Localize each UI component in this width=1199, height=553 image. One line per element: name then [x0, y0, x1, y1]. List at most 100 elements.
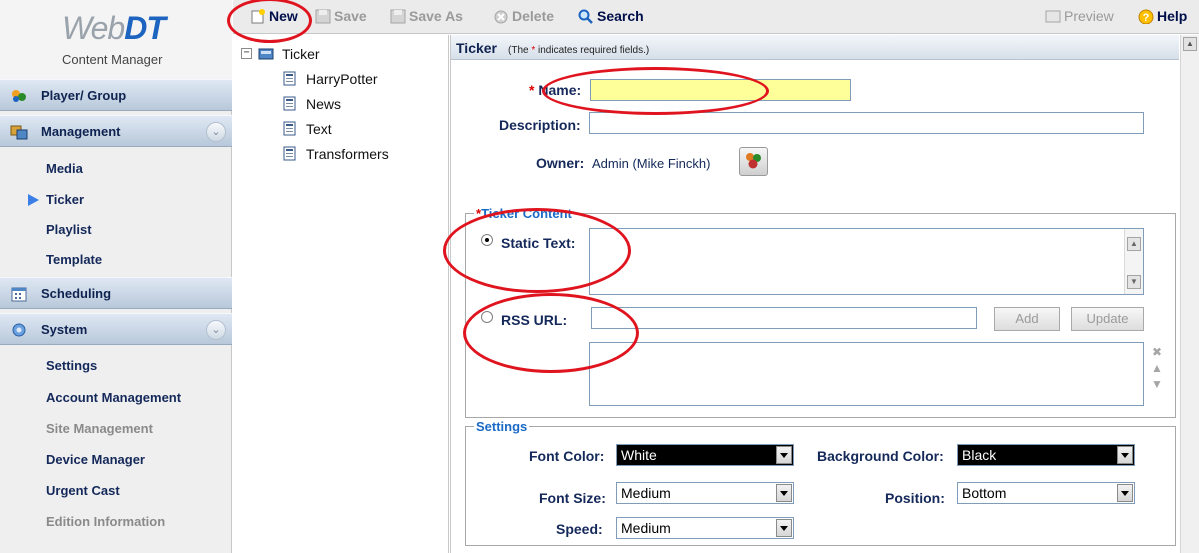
static-text-label: Static Text:	[501, 235, 576, 251]
webdt-logo: WebDT	[62, 10, 166, 46]
tree-collapse-toggle[interactable]: −	[241, 48, 252, 59]
required-fields-note: (The * indicates required fields.)	[508, 45, 650, 56]
font-size-value: Medium	[621, 485, 671, 501]
rss-url-label: RSS URL:	[501, 312, 568, 328]
rss-url-radio[interactable]	[481, 311, 493, 323]
speed-label: Speed:	[556, 521, 603, 537]
sidebar-item-site-management: Site Management	[0, 413, 232, 444]
owner-label: Owner:	[536, 155, 585, 171]
nav-system-label: System	[41, 322, 88, 337]
tree-item[interactable]: Transformers	[282, 145, 432, 163]
sidebar-item-label: Site Management	[46, 421, 153, 436]
sidebar-item-label: Device Manager	[46, 452, 145, 467]
nav-scheduling[interactable]: Scheduling	[0, 277, 232, 309]
move-down-icon[interactable]: ▼	[1151, 377, 1163, 391]
scroll-up-icon[interactable]: ▲	[1183, 37, 1197, 51]
ticker-tree: − Ticker HarryPotter News Text Transform…	[233, 35, 449, 553]
management-icon	[10, 125, 28, 140]
scroll-up-icon[interactable]: ▲	[1127, 237, 1141, 251]
description-field[interactable]	[589, 112, 1144, 134]
nav-management[interactable]: Management ⌄	[0, 115, 232, 147]
player-group-icon	[12, 90, 26, 102]
position-select[interactable]: Bottom	[957, 482, 1135, 504]
chevron-down-icon[interactable]	[1117, 484, 1133, 502]
document-icon	[283, 146, 296, 161]
add-button: Add	[994, 307, 1060, 331]
description-label: Description:	[499, 117, 581, 133]
background-color-label: Background Color:	[817, 448, 944, 464]
scroll-down-icon[interactable]: ▼	[1127, 275, 1141, 289]
background-color-select[interactable]: Black	[957, 444, 1135, 466]
sidebar-item-label: Urgent Cast	[46, 483, 120, 498]
select-owner-button[interactable]	[739, 147, 768, 176]
sidebar-item-urgent-cast[interactable]: Urgent Cast	[0, 475, 232, 506]
new-document-icon	[251, 9, 265, 24]
move-up-icon[interactable]: ▲	[1151, 361, 1163, 375]
owner-value: Admin (Mike Finckh)	[592, 156, 711, 171]
static-text-radio[interactable]	[481, 234, 493, 246]
preview-icon	[1045, 10, 1061, 23]
save-icon	[315, 9, 331, 24]
sidebar-item-label: Template	[46, 252, 103, 267]
font-color-value: White	[621, 447, 657, 463]
save-as-icon	[390, 9, 406, 24]
ticker-form-panel: Ticker (The * indicates required fields.…	[450, 35, 1199, 553]
chevron-down-icon[interactable]	[776, 446, 792, 464]
speed-select[interactable]: Medium	[616, 517, 794, 539]
font-color-select[interactable]: White	[616, 444, 794, 466]
chevron-down-icon[interactable]	[1117, 446, 1133, 464]
font-color-label: Font Color:	[529, 448, 605, 464]
document-icon	[283, 121, 296, 136]
sidebar-item-label: Settings	[46, 358, 98, 373]
sidebar-item-label: Account Management	[46, 390, 182, 405]
static-text-area[interactable]: ▲ ▼	[589, 228, 1144, 295]
name-label: * Name:	[529, 82, 582, 98]
ticker-content-legend: *Ticker Content	[474, 206, 574, 221]
chevron-down-icon[interactable]	[776, 484, 792, 502]
panel-title: Ticker	[456, 40, 497, 56]
svg-text:?: ?	[1143, 12, 1150, 24]
tree-root-ticker[interactable]: Ticker	[258, 45, 378, 63]
sidebar-item-edition-information: Edition Information	[0, 506, 232, 537]
sidebar-item-label: Edition Information	[46, 514, 166, 529]
users-icon	[746, 153, 761, 169]
sidebar-item-label: Playlist	[46, 222, 92, 237]
nav-player-group-label: Player/ Group	[41, 88, 127, 103]
sidebar-item-label: Ticker	[46, 192, 85, 207]
chevron-down-icon[interactable]	[776, 519, 792, 537]
sidebar-item-media[interactable]: Media	[0, 153, 232, 184]
nav-management-label: Management	[41, 124, 121, 139]
settings-legend: Settings	[474, 419, 530, 434]
nav-scheduling-label: Scheduling	[41, 286, 112, 301]
nav-system[interactable]: System ⌄	[0, 313, 232, 345]
font-size-select[interactable]: Medium	[616, 482, 794, 504]
chevron-down-icon[interactable]: ⌄	[206, 122, 226, 142]
sidebar-item-template[interactable]: Template	[0, 244, 232, 275]
tree-item[interactable]: News	[282, 95, 432, 113]
sidebar-item-device-manager[interactable]: Device Manager	[0, 444, 232, 475]
speed-value: Medium	[621, 520, 671, 536]
logo-subtitle: Content Manager	[62, 52, 163, 67]
remove-icon[interactable]: ✖	[1151, 345, 1163, 359]
help-icon: ?	[1138, 9, 1154, 24]
tree-item[interactable]: HarryPotter	[282, 70, 432, 88]
rss-url-list[interactable]	[589, 342, 1144, 406]
name-field[interactable]	[590, 79, 851, 101]
panel-scrollbar[interactable]: ▲	[1180, 35, 1199, 553]
sidebar-item-label: Media	[46, 161, 83, 176]
toolbar: New Save Save As Delete Search Preview ?	[233, 0, 1199, 34]
sidebar-item-account-management[interactable]: Account Management	[0, 382, 232, 413]
sidebar-item-settings[interactable]: Settings	[0, 350, 232, 381]
static-text-scrollbar[interactable]: ▲ ▼	[1124, 229, 1143, 294]
search-icon	[578, 9, 593, 24]
position-label: Position:	[885, 490, 945, 506]
nav-player-group[interactable]: Player/ Group	[0, 79, 232, 111]
calendar-icon	[11, 287, 27, 302]
tree-item[interactable]: Text	[282, 120, 432, 138]
logo-area: WebDT Content Manager	[0, 0, 232, 79]
sidebar-item-ticker[interactable]: Ticker	[0, 184, 232, 215]
sidebar-item-playlist[interactable]: Playlist	[0, 214, 232, 245]
rss-url-input[interactable]	[591, 307, 977, 329]
chevron-down-icon[interactable]: ⌄	[206, 320, 226, 340]
selected-arrow-icon	[28, 194, 39, 206]
